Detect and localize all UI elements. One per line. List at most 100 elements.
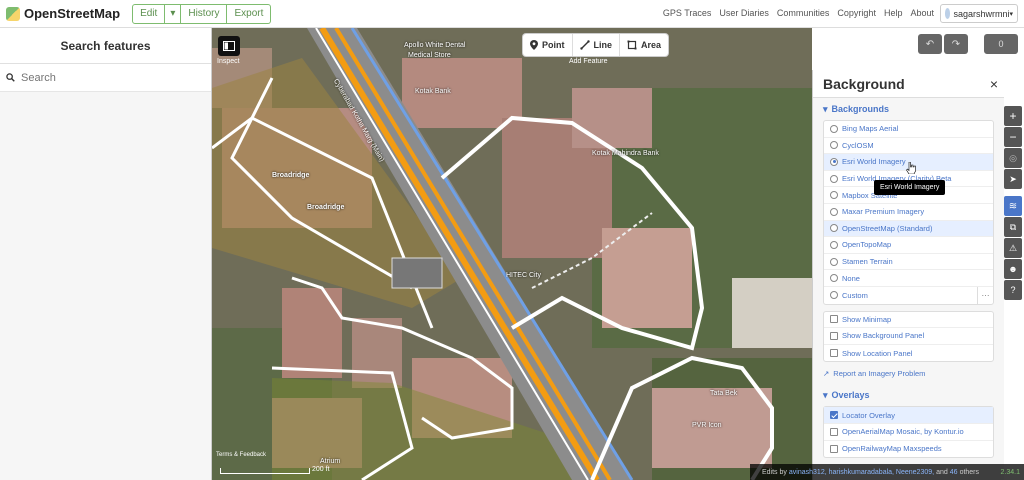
others-count-link[interactable]: 46 [950, 469, 958, 476]
checkbox-checked-icon[interactable] [830, 411, 838, 420]
building-label-broadridge-1: Broadridge [272, 172, 310, 179]
external-link-icon: ↗ [823, 368, 830, 378]
save-count-button[interactable]: 0 [984, 34, 1018, 54]
background-option-label: OpenStreetMap (Standard) [842, 223, 933, 233]
checkbox-icon[interactable] [830, 427, 838, 436]
background-option[interactable]: Bing Maps Aerial [824, 121, 993, 138]
radio-icon[interactable] [830, 141, 838, 150]
background-option-custom[interactable]: Custom ··· [824, 286, 993, 304]
radio-icon[interactable] [830, 191, 838, 200]
add-area-button[interactable]: Area [619, 34, 668, 56]
radio-icon[interactable] [830, 240, 838, 249]
communities-link[interactable]: Communities [777, 8, 830, 18]
user-menu[interactable]: sagarshwrmni ▾ [940, 4, 1018, 23]
zoom-out-button[interactable]: − [1004, 127, 1022, 147]
background-tooltip: Esri World Imagery [874, 180, 946, 195]
display-option-label: Show Location Panel [842, 348, 913, 358]
issues-pane-button[interactable]: ⚠ [1004, 238, 1022, 258]
map-canvas[interactable]: Inspect Point Line Area Add Feature Apol… [212, 28, 812, 480]
map-attribution[interactable]: Terms & Feedback [216, 452, 266, 458]
custom-options-button[interactable]: ··· [977, 286, 993, 304]
radio-selected-icon[interactable] [830, 157, 838, 166]
background-option[interactable]: CyclOSM [824, 138, 993, 155]
checkbox-icon[interactable] [830, 349, 838, 358]
plus-icon: + [1009, 109, 1017, 123]
add-point-button[interactable]: Point [523, 34, 572, 56]
poi-label-apollo: Apollo White Dental [404, 42, 466, 49]
display-option[interactable]: Show Minimap [824, 312, 993, 329]
zoom-to-selection-button[interactable]: ◎ [1004, 148, 1022, 168]
redo-button[interactable]: ↷ [944, 34, 968, 54]
overlay-option-label: Locator Overlay [842, 410, 895, 420]
background-option[interactable]: Maxar Premium Imagery [824, 204, 993, 221]
checkbox-icon[interactable] [830, 331, 838, 340]
display-option-label: Show Minimap [842, 314, 892, 324]
version-label[interactable]: 2.34.1 [1001, 469, 1020, 476]
overlay-option-label: OpenRailwayMap Maxspeeds [842, 444, 942, 454]
osm-logo[interactable]: OpenStreetMap [6, 6, 120, 21]
search-icon [6, 73, 15, 82]
edit-button[interactable]: Edit [132, 3, 166, 24]
export-button[interactable]: Export [227, 3, 272, 24]
report-imagery-link[interactable]: ↗ Report an Imagery Problem [813, 362, 1004, 384]
inspect-button[interactable] [218, 36, 240, 56]
radio-icon[interactable] [830, 207, 838, 216]
preferences-pane-button[interactable]: ☻ [1004, 259, 1022, 279]
station-label-hitec: HITEC City [506, 272, 541, 279]
poi-label-medical: Medical Store [408, 52, 451, 59]
geolocate-button[interactable]: ➤ [1004, 169, 1022, 189]
background-pane: Background × ▾ Backgrounds Bing Maps Aer… [812, 70, 1004, 480]
user-diaries-link[interactable]: User Diaries [719, 8, 769, 18]
overlay-option[interactable]: OpenRailwayMap Maxspeeds [824, 441, 993, 458]
gps-traces-link[interactable]: GPS Traces [663, 8, 712, 18]
edit-dropdown-chevron-icon[interactable]: ▾ [165, 3, 182, 24]
zoom-in-button[interactable]: + [1004, 106, 1022, 126]
osm-logo-icon [6, 6, 20, 21]
background-option-label: OpenTopoMap [842, 240, 892, 250]
radio-icon[interactable] [830, 257, 838, 266]
background-pane-button[interactable]: ≋ [1004, 196, 1022, 216]
undo-button[interactable]: ↶ [918, 34, 942, 54]
checkbox-icon[interactable] [830, 315, 838, 324]
help-link[interactable]: Help [884, 8, 903, 18]
radio-icon[interactable] [830, 224, 838, 233]
search-sidebar: Search features [0, 28, 212, 480]
warning-icon: ⚠ [1008, 242, 1018, 253]
background-option-label: CyclOSM [842, 140, 874, 150]
display-option[interactable]: Show Background Panel [824, 328, 993, 345]
undo-redo-group: ↶ ↷ [918, 34, 968, 54]
help-book-icon: ? [1010, 285, 1016, 295]
edit-history-export-group: Edit ▾ History Export [132, 3, 272, 24]
background-option-label: Custom [842, 290, 868, 300]
search-input[interactable] [21, 71, 201, 84]
radio-icon[interactable] [830, 174, 838, 183]
point-icon [530, 40, 538, 50]
report-imagery-label: Report an Imagery Problem [833, 368, 926, 378]
radio-icon[interactable] [830, 124, 838, 133]
about-link[interactable]: About [910, 8, 934, 18]
overlays-section-toggle[interactable]: ▾ Overlays [813, 384, 1004, 406]
radio-icon[interactable] [830, 291, 838, 300]
background-option[interactable]: OpenStreetMap (Standard) [824, 220, 993, 238]
background-option[interactable]: None [824, 270, 993, 287]
help-pane-button[interactable]: ? [1004, 280, 1022, 300]
close-icon[interactable]: × [990, 76, 998, 92]
save-label: Save [994, 57, 1010, 64]
target-icon: ◎ [1009, 152, 1017, 163]
add-feature-toolbar: Point Line Area [523, 34, 669, 56]
overlay-option[interactable]: Locator Overlay [824, 407, 993, 424]
radio-icon[interactable] [830, 274, 838, 283]
poi-label-pvr: PVR Icon [692, 422, 722, 429]
map-data-pane-button[interactable]: ⧉ [1004, 217, 1022, 237]
overlay-option[interactable]: OpenAerialMap Mosaic, by Kontur.io [824, 424, 993, 441]
overlay-option-label: OpenAerialMap Mosaic, by Kontur.io [842, 427, 964, 437]
backgrounds-section-toggle[interactable]: ▾ Backgrounds [813, 98, 1004, 120]
history-button[interactable]: History [181, 3, 228, 24]
background-option[interactable]: Stamen Terrain [824, 254, 993, 271]
display-option[interactable]: Show Location Panel [824, 345, 993, 362]
recent-editors-links[interactable]: avinash312, harishkumaradabala, Neene230… [789, 469, 934, 476]
checkbox-icon[interactable] [830, 444, 838, 453]
copyright-link[interactable]: Copyright [837, 8, 876, 18]
add-line-button[interactable]: Line [571, 34, 620, 56]
background-option[interactable]: OpenTopoMap [824, 237, 993, 254]
